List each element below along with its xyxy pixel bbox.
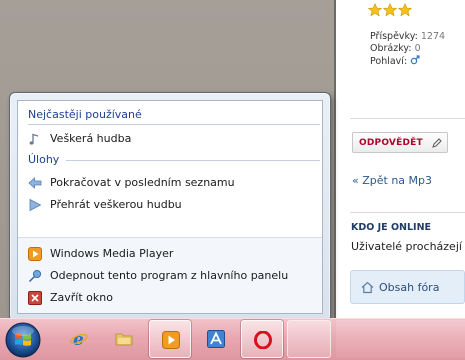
close-window-icon: [28, 291, 42, 305]
pencil-icon: [432, 138, 442, 148]
reply-button[interactable]: ODPOVĚDĚT: [352, 132, 448, 153]
taskbar-internet-explorer[interactable]: e: [58, 320, 100, 358]
windows-media-player-icon: [28, 247, 42, 261]
taskbar-opera[interactable]: [241, 320, 283, 358]
taskbar-app-a[interactable]: [195, 320, 237, 358]
jump-list-panel: Nejčastěji používané Veškerá hudba Úlohy…: [17, 100, 323, 314]
notification-area: [336, 320, 465, 358]
divider: [350, 118, 465, 119]
music-note-icon: [29, 133, 39, 145]
start-button[interactable]: [1, 319, 45, 360]
jump-item-resume-playlist[interactable]: Pokračovat v posledním seznamu: [28, 174, 318, 192]
who-is-online-heading: KDO JE ONLINE: [351, 222, 432, 233]
unpin-icon: [28, 269, 42, 283]
forum-index-link[interactable]: Obsah fóra: [350, 270, 465, 304]
tasks-heading: Úlohy: [28, 153, 60, 166]
rating-stars-icon: [368, 3, 413, 17]
frequent-heading: Nejčastěji používané: [28, 108, 142, 121]
svg-text:e: e: [73, 330, 84, 348]
windows-media-player-icon: [162, 331, 180, 349]
play-icon: [29, 198, 42, 212]
online-users-text: Uživatelé procházejí: [351, 240, 462, 253]
images-count: Obrázky: 0: [370, 43, 421, 54]
gender-male-icon: [410, 55, 420, 65]
taskbar-empty-slot[interactable]: [287, 320, 331, 358]
taskbar-windows-media-player[interactable]: [149, 320, 191, 358]
taskbar-explorer[interactable]: [103, 320, 145, 358]
jump-item-play-all-music[interactable]: Přehrát veškerou hudbu: [28, 196, 318, 214]
home-icon: [361, 281, 374, 294]
jump-item-close-window[interactable]: Zavřít okno: [28, 289, 318, 307]
jump-item-all-music[interactable]: Veškerá hudba: [28, 130, 318, 148]
heading-rule: [66, 160, 320, 161]
posts-count: Příspěvky: 1274: [370, 31, 446, 42]
arrow-left-icon: [28, 177, 42, 189]
jump-item-windows-media-player[interactable]: Windows Media Player: [28, 245, 318, 263]
jump-item-unpin[interactable]: Odepnout tento program z hlavního panelu: [28, 267, 318, 285]
heading-rule: [28, 124, 320, 125]
back-to-mp3-link[interactable]: « Zpět na Mp3: [352, 174, 432, 187]
app-a-icon: [207, 330, 225, 348]
jump-list-menu: Nejčastěji používané Veškerá hudba Úlohy…: [9, 92, 331, 322]
gender-field: Pohlaví:: [370, 55, 420, 67]
folder-icon: [115, 333, 133, 346]
divider: [350, 212, 465, 213]
internet-explorer-icon: e: [70, 330, 88, 348]
opera-icon: [254, 331, 272, 349]
